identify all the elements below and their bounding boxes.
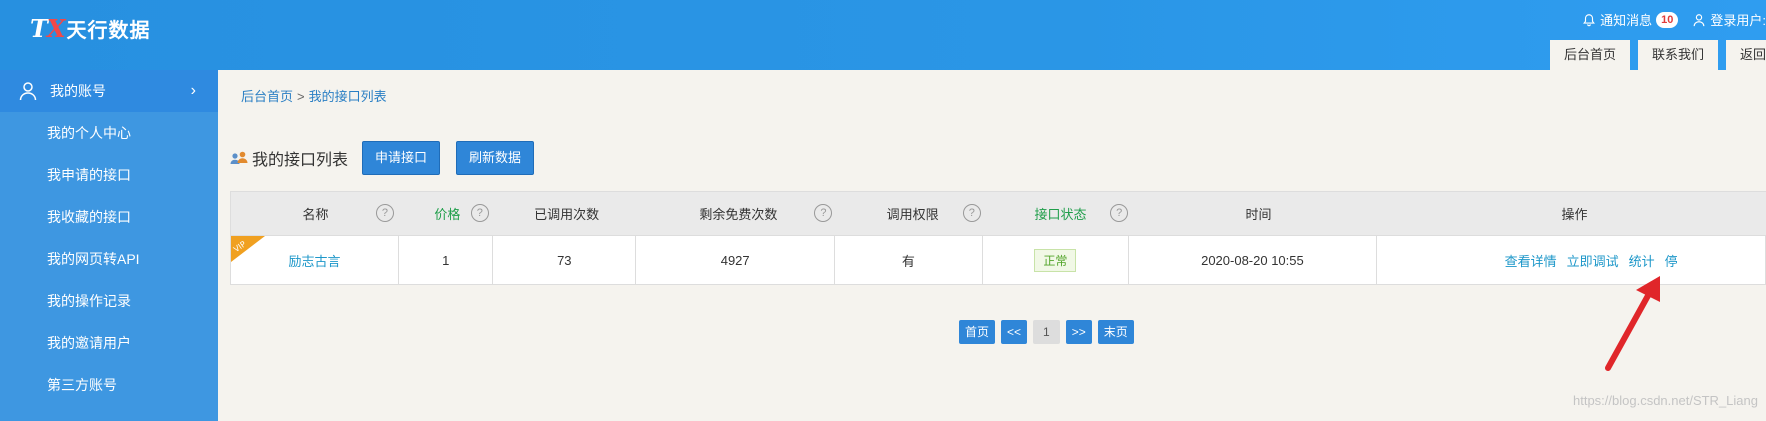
logo[interactable]: TX 天行数据 [30,14,150,43]
sidebar-item-favorite-apis[interactable]: 我收藏的接口 [0,196,218,238]
refresh-data-button[interactable]: 刷新数据 [456,141,535,175]
current-page: 1 [1033,320,1060,344]
column-header-free-left: 剩余免费次数 ? [638,192,838,235]
column-header-actions: 操作 [1561,207,1588,222]
annotation-arrow-icon [1605,276,1660,371]
login-user-label: 登录用户: [1710,13,1766,28]
logo-mark: TX [30,14,65,43]
column-header-price: 价格 ? [400,192,495,235]
table-row: VIP 励志古言 1 73 4927 有 正常 2020-08-20 10:55… [231,236,1766,285]
page-title: 我的接口列表 [252,152,349,169]
users-group-icon [230,151,248,164]
cell-name: 励志古言 [231,236,400,284]
debug-now-link[interactable]: 立即调试 [1567,251,1619,270]
api-name-link[interactable]: 励志古言 [289,251,341,270]
top-tabs: 后台首页 联系我们 返回 [1542,40,1766,70]
column-header-status: 接口状态 ? [987,192,1134,235]
api-list-table: 名称 ? 价格 ? 已调用次数 剩余免费次数 ? 调用权限 ? 接口状态 ? 时… [230,191,1766,285]
help-icon[interactable]: ? [375,204,394,222]
watermark: https://blog.csdn.net/STR_Liang [1572,393,1758,408]
table-header: 名称 ? 价格 ? 已调用次数 剩余免费次数 ? 调用权限 ? 接口状态 ? 时… [231,192,1766,236]
tab-admin-home[interactable]: 后台首页 [1549,40,1630,70]
cell-status: 正常 [983,236,1130,284]
column-header-name: 名称 ? [231,192,400,235]
sidebar-item-applied-apis[interactable]: 我申请的接口 [0,154,218,196]
sidebar: 我的账号 › 我的个人中心 我申请的接口 我收藏的接口 我的网页转API 我的操… [0,70,218,421]
status-badge: 正常 [1034,248,1077,272]
sidebar-account-label: 我的账号 [50,83,106,99]
notice-count-badge: 10 [1656,11,1679,28]
column-header-permission: 调用权限 ? [838,192,986,235]
bell-icon [1583,13,1596,26]
logo-text: 天行数据 [66,20,151,42]
pagination: 首页 << 1 >> 末页 [959,320,1140,344]
chevron-right-icon: › [190,82,196,99]
user-icon [1693,13,1705,26]
cell-actions: 查看详情 立即调试 统计 停 [1377,236,1766,284]
view-details-link[interactable]: 查看详情 [1505,251,1557,270]
tab-return[interactable]: 返回 [1726,40,1766,70]
sidebar-item-personal-center[interactable]: 我的个人中心 [0,112,218,154]
cell-calls: 73 [493,236,637,284]
sidebar-item-invited-users[interactable]: 我的邀请用户 [0,322,218,364]
column-header-calls: 已调用次数 [534,207,600,222]
list-toolbar: 我的接口列表 申请接口 刷新数据 [230,141,550,175]
account-user-icon [19,82,37,101]
next-page-button[interactable]: >> [1065,320,1092,344]
sidebar-account-header[interactable]: 我的账号 › [0,70,218,112]
cell-permission: 有 [835,236,983,284]
help-icon[interactable]: ? [1110,204,1129,222]
top-right-bar: 通知消息 10 登录用户: [1582,10,1766,29]
help-icon[interactable]: ? [814,204,833,222]
breadcrumb: 后台首页 > 我的接口列表 [241,86,387,105]
tab-contact-us[interactable]: 联系我们 [1637,40,1718,70]
stop-link[interactable]: 停 [1665,251,1678,270]
prev-page-button[interactable]: << [1001,320,1028,344]
help-icon[interactable]: ? [470,204,489,222]
apply-api-button[interactable]: 申请接口 [362,141,441,175]
breadcrumb-separator: > [297,89,305,104]
sidebar-item-web-to-api[interactable]: 我的网页转API [0,238,218,280]
cell-time: 2020-08-20 10:55 [1129,236,1377,284]
sidebar-item-third-party-accounts[interactable]: 第三方账号 [0,364,218,406]
statistics-link[interactable]: 统计 [1629,251,1655,270]
column-header-time: 时间 [1245,207,1272,222]
last-page-button[interactable]: 末页 [1097,320,1134,344]
cell-free-left: 4927 [636,236,836,284]
notice-link[interactable]: 通知消息 10 [1582,10,1679,29]
first-page-button[interactable]: 首页 [959,320,996,344]
notice-label: 通知消息 [1600,13,1653,28]
top-header: TX 天行数据 通知消息 10 登录用户: 后台首页 联系我们 返回 [0,0,1766,70]
help-icon[interactable]: ? [962,204,981,222]
sidebar-item-operation-log[interactable]: 我的操作记录 [0,280,218,322]
breadcrumb-home-link[interactable]: 后台首页 [241,89,293,104]
breadcrumb-current[interactable]: 我的接口列表 [309,89,387,104]
cell-price: 1 [399,236,494,284]
